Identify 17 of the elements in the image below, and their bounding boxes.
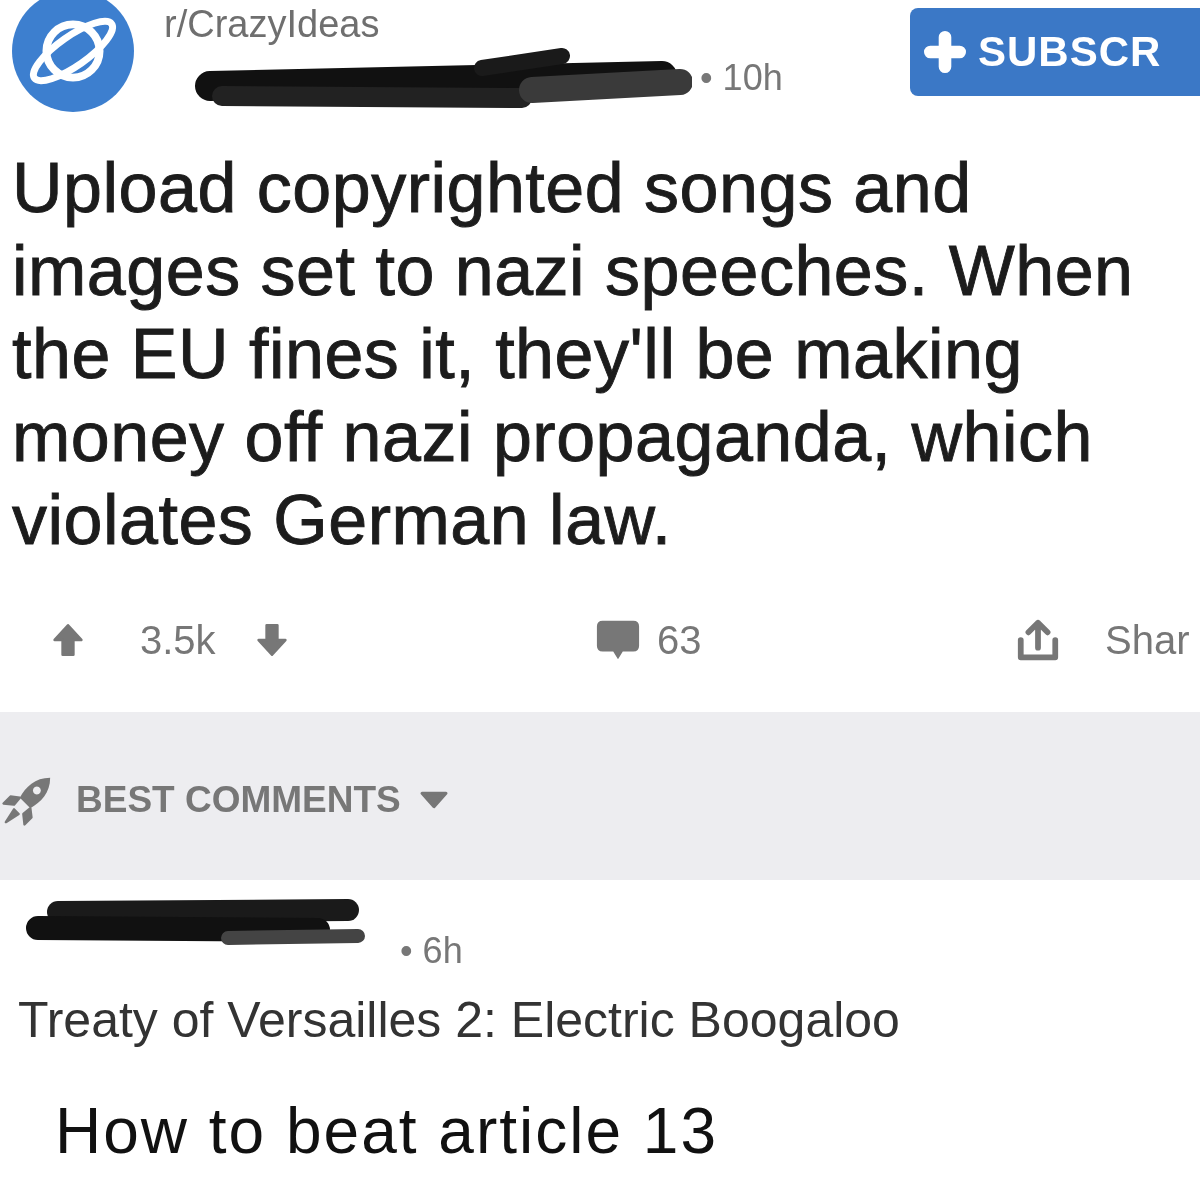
share-icon	[1015, 617, 1061, 663]
plus-icon	[924, 31, 966, 73]
community-link[interactable]: r/CrazyIdeas	[164, 2, 380, 46]
score-count: 3.5k	[140, 617, 216, 663]
post-age: • 10h	[700, 57, 783, 99]
planet-icon[interactable]	[12, 0, 134, 112]
subscribe-button[interactable]: SUBSCR	[910, 8, 1200, 96]
upvote-arrow-icon[interactable]	[52, 622, 84, 658]
caret-icon	[418, 790, 449, 810]
post-title: Upload copyrighted songs and images set to nazi speeches. When the EU fines it, they'll be making money off nazi propaganda, which violates German law.	[11, 148, 1134, 561]
comment-text: Treaty of Versailles 2: Electric Boogaloo	[18, 991, 900, 1050]
comment-age: • 6h	[400, 930, 463, 972]
share-button[interactable]: Shar	[1015, 617, 1190, 663]
comments-button[interactable]: 63	[595, 617, 702, 663]
downvote-arrow-icon[interactable]	[255, 622, 288, 658]
sort-dropdown[interactable]: BEST COMMENTS	[0, 772, 449, 828]
meme-caption: How to beat article 13	[55, 1098, 718, 1164]
